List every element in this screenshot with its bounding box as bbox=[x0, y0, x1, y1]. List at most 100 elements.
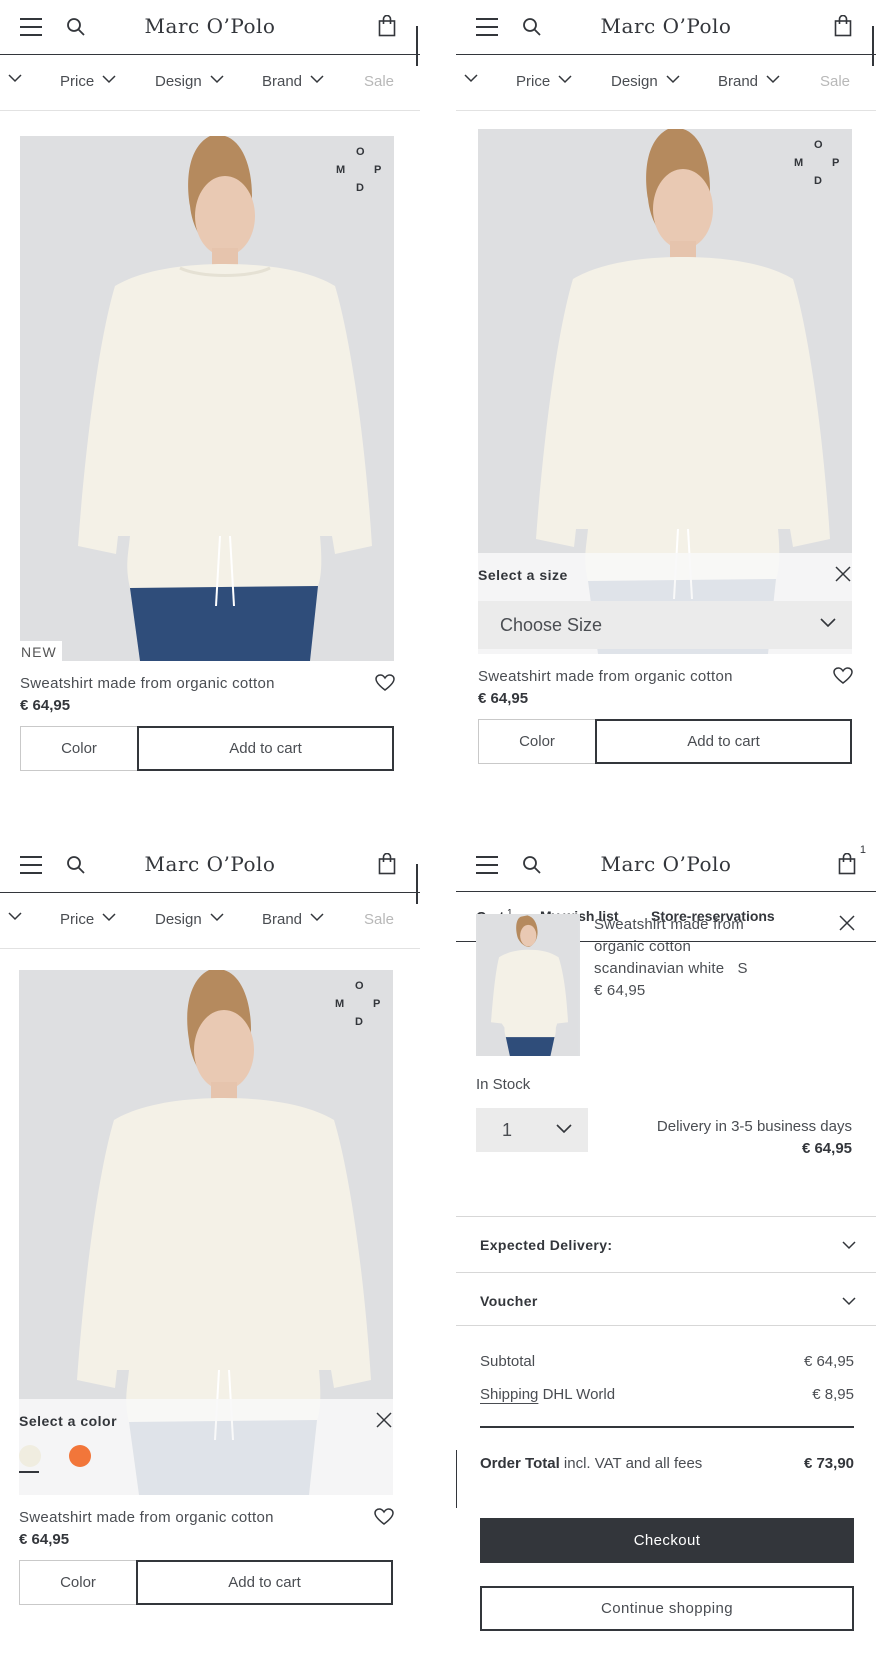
filter-sale[interactable]: Sale bbox=[364, 911, 394, 928]
new-badge: NEW bbox=[20, 641, 62, 661]
filter-brand-label: Brand bbox=[718, 73, 759, 90]
product-color-select-panel: Marc O’Polo Price Design Brand Sale O M bbox=[0, 838, 420, 1654]
shopping-bag-icon[interactable] bbox=[834, 15, 852, 37]
delivery-estimate: Delivery in 3-5 business days bbox=[656, 1118, 852, 1135]
brand-mark-letter: O bbox=[356, 146, 365, 158]
chevron-down-icon[interactable] bbox=[8, 73, 22, 83]
checkout-button[interactable]: Checkout bbox=[480, 1518, 854, 1563]
chevron-down-icon bbox=[310, 75, 324, 84]
brand-mark-letter: O bbox=[814, 139, 823, 151]
heart-icon[interactable] bbox=[833, 667, 853, 685]
filter-design-label: Design bbox=[611, 73, 658, 90]
filter-price-label: Price bbox=[60, 73, 95, 90]
chevron-down-icon bbox=[310, 913, 324, 922]
product-size-select-panel: Marc O’Polo Price Design Brand Sale O M bbox=[456, 0, 876, 800]
chevron-down-icon bbox=[842, 1297, 856, 1306]
color-overlay-title: Select a color bbox=[19, 1413, 118, 1429]
product-actions: Color Add to cart bbox=[19, 1560, 394, 1606]
expected-delivery-accordion[interactable]: Expected Delivery: bbox=[456, 1216, 876, 1272]
brand-logo[interactable]: Marc O’Polo bbox=[456, 852, 876, 876]
filter-sale[interactable]: Sale bbox=[364, 73, 394, 90]
subtotal-label: Subtotal bbox=[480, 1353, 536, 1370]
chevron-down-icon bbox=[842, 1241, 856, 1250]
remove-item-close-icon[interactable] bbox=[838, 914, 856, 932]
product-name[interactable]: Sweatshirt made from organic cotton bbox=[20, 675, 395, 692]
filter-price[interactable]: Price bbox=[516, 73, 572, 90]
color-swatch-white[interactable] bbox=[19, 1445, 41, 1467]
header: Marc O’Polo 1 bbox=[456, 838, 876, 892]
quantity-dropdown[interactable]: 1 bbox=[476, 1108, 588, 1152]
subtotal-value: € 64,95 bbox=[803, 1353, 854, 1370]
voucher-accordion[interactable]: Voucher bbox=[456, 1272, 876, 1326]
filter-bar: Price Design Brand Sale bbox=[0, 55, 420, 111]
brand-mark-letter: M bbox=[794, 157, 804, 169]
header: Marc O’Polo bbox=[456, 0, 876, 66]
filter-sale[interactable]: Sale bbox=[820, 73, 850, 90]
shopping-bag-icon[interactable] bbox=[378, 15, 396, 37]
brand-mark-letter: D bbox=[356, 182, 364, 194]
chevron-down-icon bbox=[556, 1124, 572, 1133]
size-dropdown[interactable]: Choose Size bbox=[478, 601, 852, 649]
color-button[interactable]: Color bbox=[20, 726, 138, 771]
cart-panel: Marc O’Polo 1 Cart1 My wish list Store-r… bbox=[456, 838, 876, 1654]
brand-mark-icon: O M P D bbox=[794, 139, 844, 189]
brand-mark-letter: O bbox=[355, 980, 364, 992]
cart-item-details: Sweatshirt made from organic cotton scan… bbox=[594, 914, 754, 1002]
order-total-value: € 73,90 bbox=[803, 1455, 854, 1472]
filter-brand[interactable]: Brand bbox=[262, 911, 324, 928]
close-icon[interactable] bbox=[375, 1411, 393, 1429]
continue-shopping-button[interactable]: Continue shopping bbox=[480, 1586, 854, 1631]
brand-logo[interactable]: Marc O’Polo bbox=[456, 14, 876, 38]
brand-logo[interactable]: Marc O’Polo bbox=[0, 14, 420, 38]
size-dropdown-value: Choose Size bbox=[500, 615, 603, 635]
add-to-cart-button[interactable]: Add to cart bbox=[595, 719, 852, 764]
product-image[interactable]: O M P D Select a color bbox=[19, 970, 393, 1495]
chevron-down-icon[interactable] bbox=[464, 73, 478, 83]
product-name[interactable]: Sweatshirt made from organic cotton bbox=[478, 668, 853, 685]
model-photo bbox=[20, 136, 394, 661]
chevron-down-icon bbox=[210, 75, 224, 84]
brand-mark-icon: O M P D bbox=[335, 980, 385, 1030]
heart-icon[interactable] bbox=[374, 1508, 394, 1526]
filter-price[interactable]: Price bbox=[60, 911, 116, 928]
product-image[interactable]: O M P D Select a size Choose Size bbox=[478, 129, 852, 654]
filter-brand[interactable]: Brand bbox=[262, 73, 324, 90]
filter-design-label: Design bbox=[155, 73, 202, 90]
heart-icon[interactable] bbox=[375, 674, 395, 692]
brand-mark-letter: M bbox=[336, 164, 346, 176]
color-button[interactable]: Color bbox=[478, 719, 596, 764]
product-name[interactable]: Sweatshirt made from organic cotton bbox=[19, 1509, 394, 1526]
header: Marc O’Polo bbox=[0, 0, 420, 66]
filter-brand[interactable]: Brand bbox=[718, 73, 780, 90]
brand-logo[interactable]: Marc O’Polo bbox=[0, 852, 420, 876]
add-to-cart-button[interactable]: Add to cart bbox=[136, 1560, 393, 1605]
cart-item-image[interactable] bbox=[476, 914, 580, 1056]
chevron-down-icon[interactable] bbox=[8, 911, 22, 921]
filter-design[interactable]: Design bbox=[611, 73, 680, 90]
order-total-label: Order Total bbox=[480, 1455, 560, 1472]
close-icon[interactable] bbox=[834, 565, 852, 583]
stock-status: In Stock bbox=[476, 1076, 531, 1093]
model-photo bbox=[477, 914, 579, 1056]
product-card: O M P D NEW Sweatshirt made from organic… bbox=[20, 136, 395, 772]
color-swatch-orange[interactable] bbox=[69, 1445, 91, 1467]
product-price: € 64,95 bbox=[19, 1531, 70, 1548]
filter-design[interactable]: Design bbox=[155, 911, 224, 928]
product-actions: Color Add to cart bbox=[478, 719, 853, 765]
product-list-panel: Marc O’Polo Price Design Brand Sale O M … bbox=[0, 0, 420, 800]
size-selector-overlay: Select a size Choose Size bbox=[478, 553, 852, 654]
product-image[interactable]: O M P D NEW bbox=[20, 136, 394, 661]
filter-design[interactable]: Design bbox=[155, 73, 224, 90]
left-edge-line bbox=[456, 1450, 457, 1508]
filter-brand-label: Brand bbox=[262, 73, 303, 90]
add-to-cart-button[interactable]: Add to cart bbox=[137, 726, 394, 771]
shopping-bag-icon[interactable] bbox=[378, 853, 396, 875]
shopping-bag-icon[interactable] bbox=[838, 853, 856, 875]
cart-count-badge: 1 bbox=[859, 844, 866, 856]
brand-mark-letter: D bbox=[814, 175, 822, 187]
cart-item-name[interactable]: Sweatshirt made from organic cotton bbox=[594, 914, 754, 958]
shipping-link[interactable]: Shipping bbox=[480, 1386, 538, 1403]
color-button[interactable]: Color bbox=[19, 1560, 137, 1605]
filter-price[interactable]: Price bbox=[60, 73, 116, 90]
size-overlay-title: Select a size bbox=[478, 567, 568, 583]
